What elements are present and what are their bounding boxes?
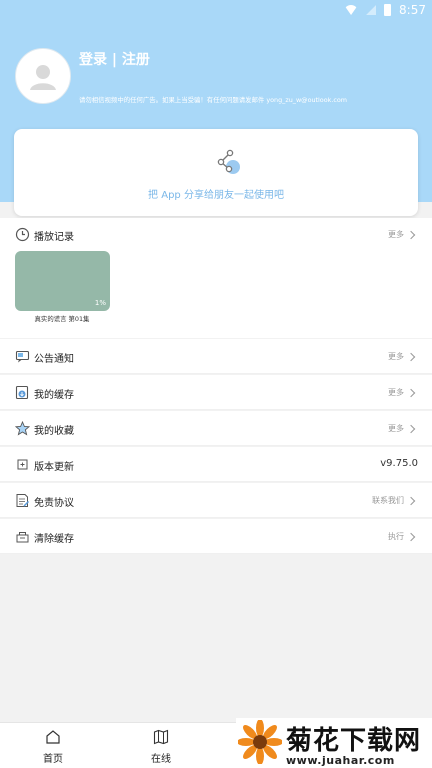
status-time: 8:57 <box>399 3 426 17</box>
more-label: 更多 <box>388 424 404 433</box>
user-icon <box>30 65 56 90</box>
more-label: 更多 <box>388 388 404 397</box>
chevron-right-icon <box>406 352 416 361</box>
chevron-right-icon <box>406 496 416 505</box>
history-item-title[interactable]: 真实的谎言 第01集 <box>30 315 94 324</box>
chevron-right-icon <box>406 388 416 397</box>
execute-link[interactable]: 执行 <box>388 531 416 542</box>
chevron-right-icon <box>406 230 416 239</box>
more-label: 联系我们 <box>372 496 404 505</box>
menu-label: 我的收藏 <box>34 426 74 437</box>
share-text: 把 App 分享给朋友一起使用吧 <box>148 190 284 201</box>
star-icon <box>15 421 30 436</box>
map-icon <box>153 729 169 745</box>
menu-label: 版本更新 <box>34 462 74 473</box>
menu-more[interactable]: 更多 <box>388 423 416 434</box>
menu-row-version[interactable]: 版本更新 v9.75.0 <box>0 447 432 482</box>
more-label: 更多 <box>388 230 404 239</box>
more-label: 执行 <box>388 532 404 541</box>
flower-logo-icon <box>238 720 282 764</box>
menu-label: 清除缓存 <box>34 534 74 545</box>
watermark-url: www.juahar.com <box>286 754 395 767</box>
play-history-more[interactable]: 更多 <box>388 229 416 240</box>
play-history-title: 播放记录 <box>34 232 74 243</box>
signal-icon <box>366 5 377 15</box>
history-thumbnail[interactable]: 1% <box>15 251 110 311</box>
login-register-link[interactable]: 登录 | 注册 <box>79 49 150 69</box>
menu-row-downloads[interactable]: 我的缓存 更多 <box>0 375 432 410</box>
chevron-right-icon <box>406 532 416 541</box>
share-icon <box>217 149 240 174</box>
more-label: 更多 <box>388 352 404 361</box>
version-number: v9.75.0 <box>380 458 418 469</box>
watch-progress: 1% <box>94 299 106 307</box>
watermark: 菊花下载网 www.juahar.com <box>236 718 432 768</box>
home-icon <box>46 730 60 744</box>
tab-online[interactable]: 在线 <box>131 729 191 765</box>
tab-label: 首页 <box>43 754 63 765</box>
contact-us-link[interactable]: 联系我们 <box>372 495 416 506</box>
share-card[interactable]: 把 App 分享给朋友一起使用吧 <box>14 129 418 216</box>
battery-icon <box>384 4 392 16</box>
menu-label: 公告通知 <box>34 354 74 365</box>
menu-row-clear-cache[interactable]: 清除缓存 执行 <box>0 519 432 554</box>
clock-icon <box>15 227 30 242</box>
message-icon <box>15 350 30 363</box>
status-bar: 8:57 <box>0 0 432 20</box>
tab-label: 在线 <box>151 754 171 765</box>
document-icon <box>16 494 30 507</box>
menu-label: 我的缓存 <box>34 390 74 401</box>
menu-row-disclaimer[interactable]: 免责协议 联系我们 <box>0 483 432 518</box>
menu-more[interactable]: 更多 <box>388 351 416 362</box>
tab-home[interactable]: 首页 <box>23 729 83 765</box>
disclaimer-notice: 请勿相信视频中的任何广告。如果上当受骗！有任何问题请发邮件 yong_zu_w@… <box>79 96 348 104</box>
menu-row-favorites[interactable]: 我的收藏 更多 <box>0 411 432 446</box>
clear-cache-icon <box>16 532 29 543</box>
chevron-right-icon <box>406 424 416 433</box>
update-icon <box>17 459 28 470</box>
download-icon <box>15 385 29 400</box>
watermark-title: 菊花下载网 <box>286 726 422 756</box>
menu-more[interactable]: 更多 <box>388 387 416 398</box>
avatar[interactable] <box>15 48 71 104</box>
menu-row-announcements[interactable]: 公告通知 更多 <box>0 339 432 374</box>
wifi-icon <box>344 5 359 15</box>
play-history-section: 播放记录 更多 1% 真实的谎言 第01集 <box>0 218 432 338</box>
menu-label: 免责协议 <box>34 498 74 509</box>
